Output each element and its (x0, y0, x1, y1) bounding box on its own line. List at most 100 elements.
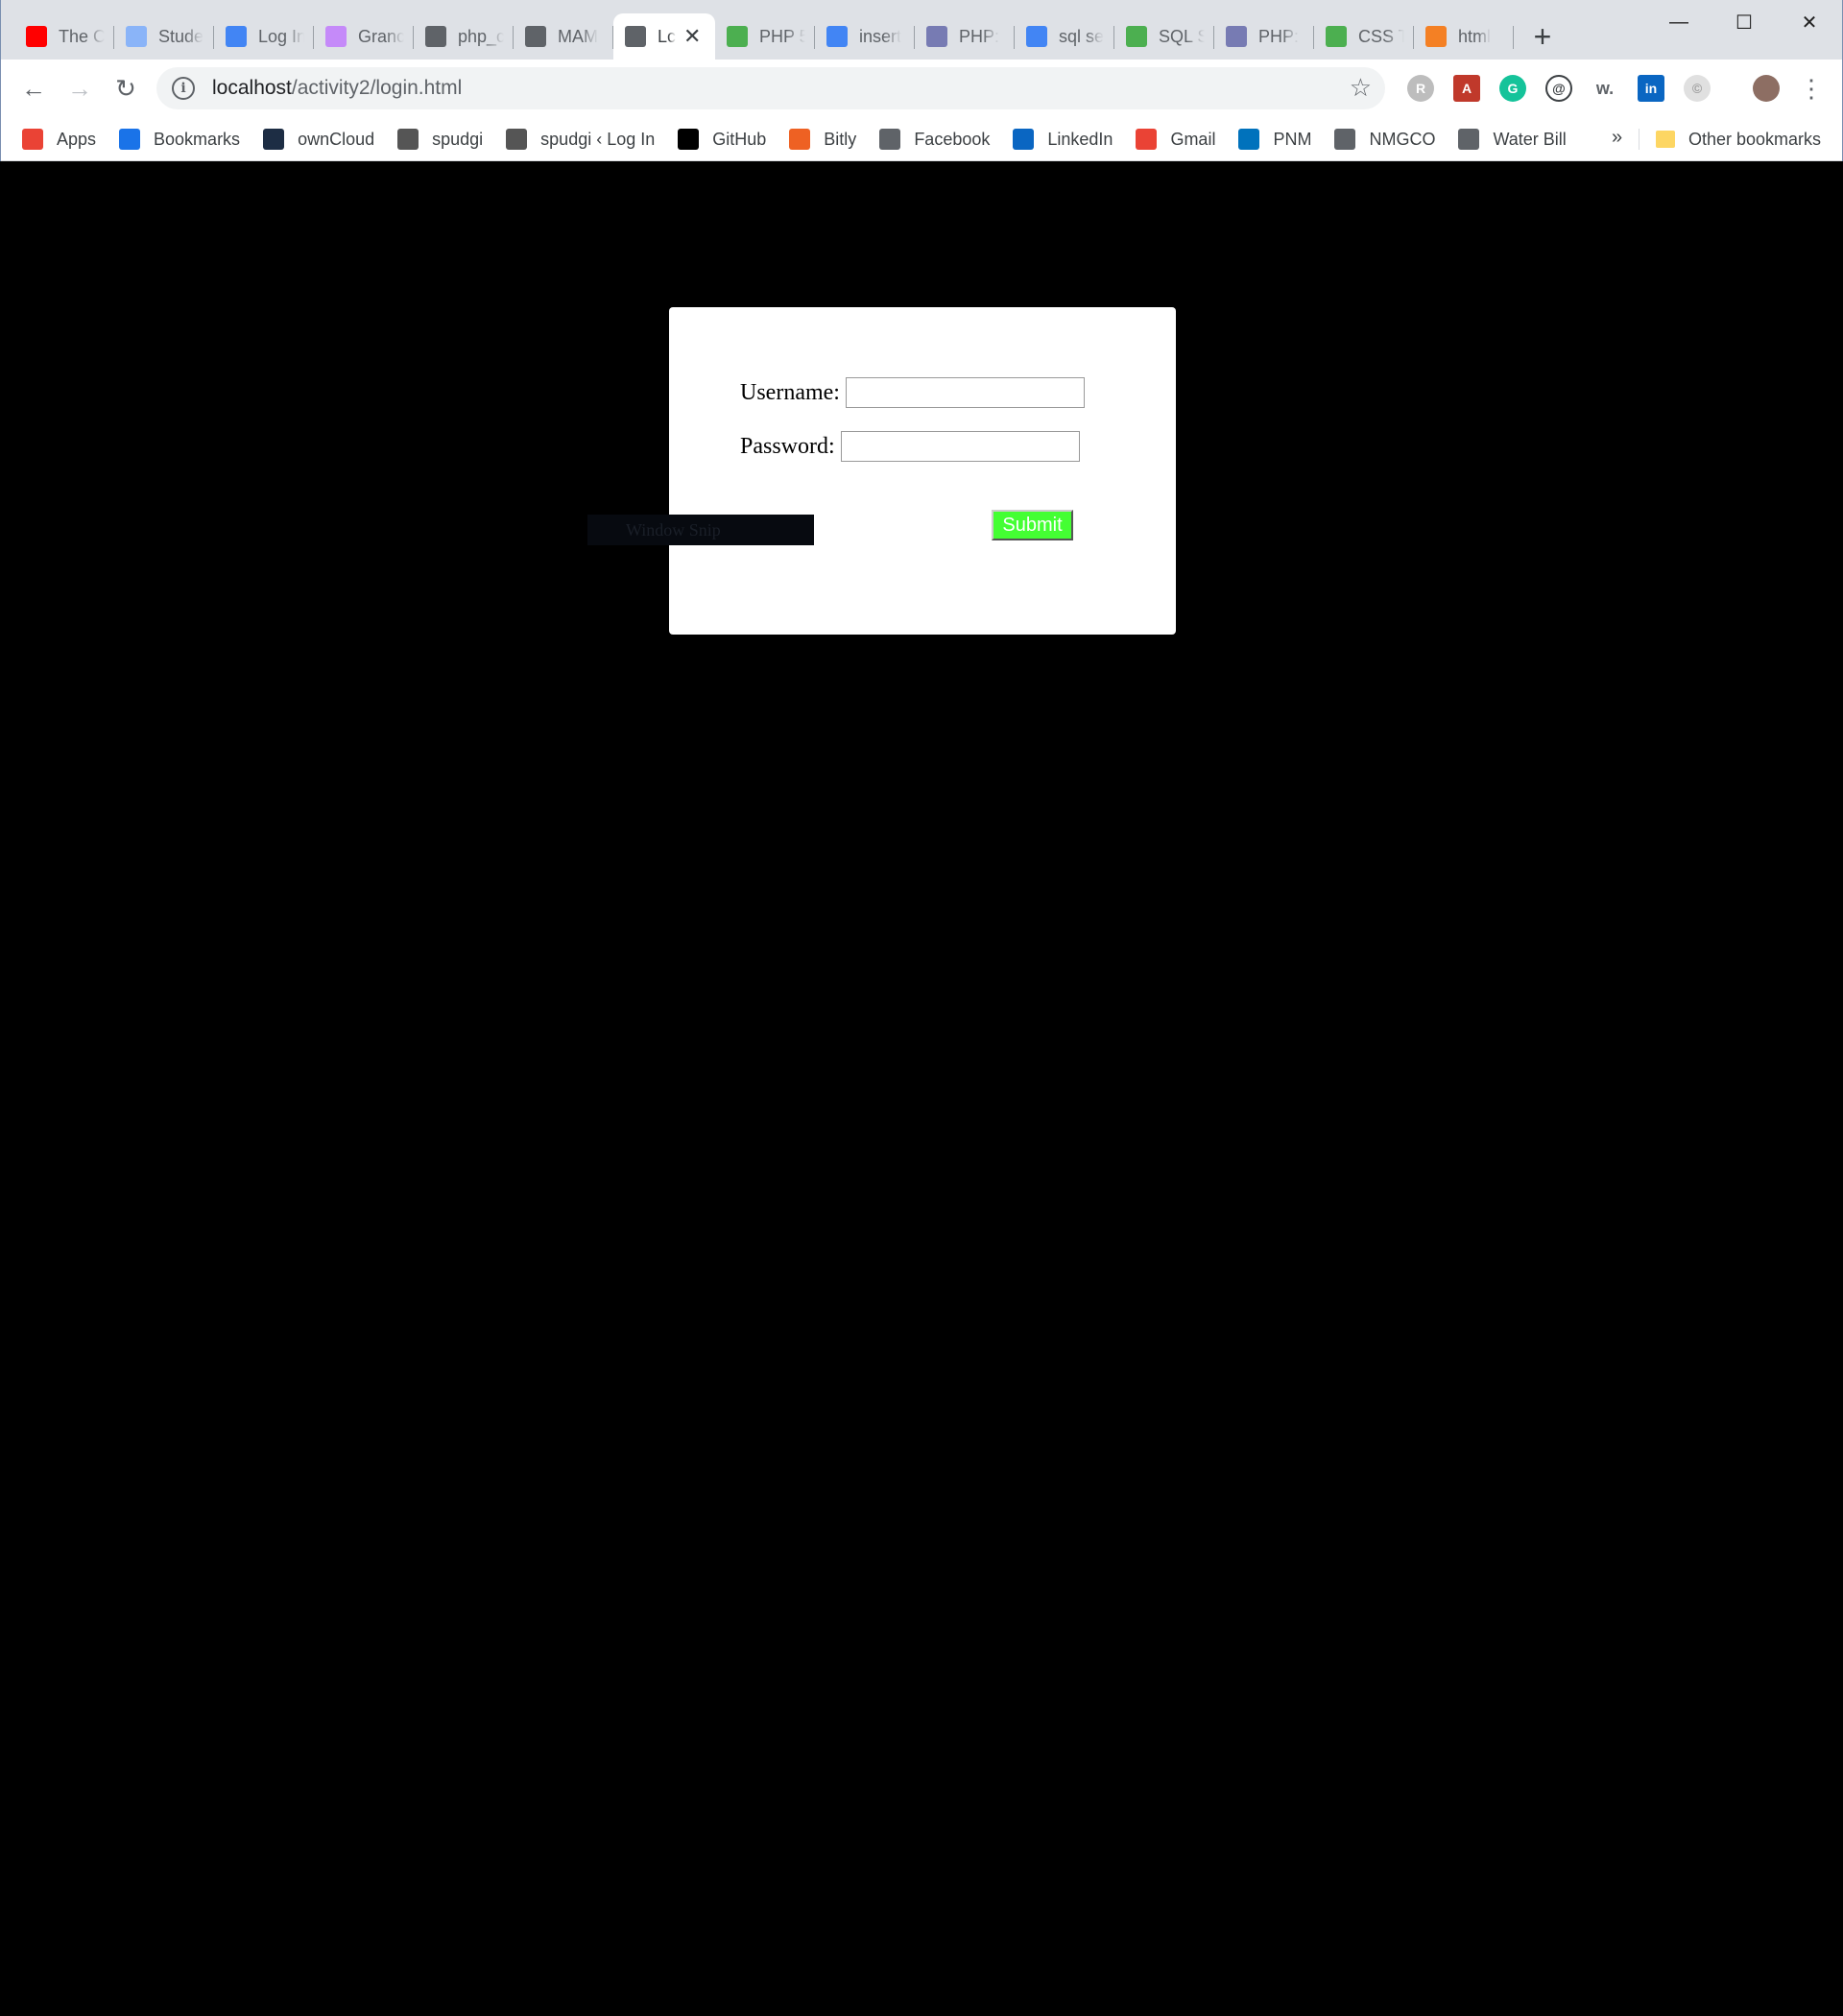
tab-label: insert (859, 26, 902, 46)
php-icon (1226, 26, 1247, 47)
tab-9[interactable]: PHP: (915, 13, 1015, 60)
page-content: Username: Password: Submit Window Snip (0, 161, 1843, 2016)
bookmark-star-icon[interactable]: ☆ (1350, 75, 1372, 100)
bookmark-item[interactable]: GitHub (678, 129, 766, 150)
spudgi-icon (506, 129, 528, 150)
extension-icon[interactable]: © (1684, 75, 1711, 102)
bookmark-item[interactable]: spudgi ‹ Log In (506, 129, 655, 150)
bookmark-item[interactable]: ownCloud (263, 129, 374, 150)
bitly-icon (789, 129, 811, 150)
tab-label: Granc (358, 26, 404, 46)
info-icon[interactable]: i (172, 77, 195, 100)
pnm-icon (1238, 129, 1260, 150)
tab-14[interactable]: html (1414, 13, 1514, 60)
window-snip-overlay: Window Snip (587, 515, 814, 545)
url-text[interactable]: localhost/activity2/login.html (212, 77, 462, 100)
spiral-extension-icon[interactable]: @ (1545, 75, 1572, 102)
forward-button[interactable]: → (62, 71, 97, 106)
other-bookmarks-label: Other bookmarks (1688, 129, 1822, 149)
tab-label: PHP 5 (759, 26, 805, 46)
bookmark-label: PNM (1273, 129, 1312, 149)
bookmark-item[interactable]: NMGCO (1334, 129, 1435, 150)
submit-button[interactable]: Submit (992, 510, 1073, 540)
w3schools-icon (1126, 26, 1147, 47)
tab-label: The C (59, 26, 105, 46)
close-window-button[interactable]: ✕ (1777, 0, 1842, 44)
username-row: Username: (740, 377, 1085, 408)
username-input[interactable] (845, 377, 1085, 408)
bookmark-label: NMGCO (1369, 129, 1436, 149)
close-tab-icon[interactable]: ✕ (683, 26, 701, 47)
minimize-button[interactable]: — (1646, 0, 1711, 44)
bookmark-item[interactable]: Bitly (789, 129, 856, 150)
bookmark-item[interactable]: Bookmarks (119, 129, 240, 150)
w-extension-icon[interactable]: w. (1592, 75, 1618, 102)
tab-8[interactable]: insert (815, 13, 915, 60)
bookmark-label: Water Bill (1493, 129, 1567, 149)
bookmark-label: Facebook (914, 129, 991, 149)
bookmark-item[interactable]: spudgi (397, 129, 483, 150)
page-icon (126, 26, 147, 47)
tab-7[interactable]: PHP 5 (715, 13, 815, 60)
extension-icon[interactable]: R (1407, 75, 1434, 102)
pdf-extension-icon[interactable]: A (1453, 75, 1480, 102)
tab-1[interactable]: Stude (114, 13, 214, 60)
profile-avatar[interactable] (1753, 75, 1780, 102)
bookmark-item[interactable]: Facebook (879, 129, 990, 150)
bookmark-item[interactable]: Apps (22, 129, 96, 150)
bookmark-label: LinkedIn (1047, 129, 1113, 149)
reload-button[interactable]: ↻ (108, 71, 143, 106)
other-bookmarks-folder[interactable]: Other bookmarks (1656, 117, 1821, 161)
bookmark-item[interactable]: Water Bill (1458, 129, 1567, 150)
menu-kebab-icon[interactable]: ⋮ (1794, 71, 1829, 106)
bookmark-label: Bitly (824, 129, 857, 149)
grammarly-icon[interactable]: G (1499, 75, 1526, 102)
tab-12[interactable]: PHP: (1214, 13, 1314, 60)
tab-label: Log In (258, 26, 304, 46)
linkedin-extension-icon[interactable]: in (1638, 75, 1664, 102)
username-label: Username: (740, 379, 840, 405)
arrow-right-icon: → (67, 73, 92, 103)
linkedin-icon (1013, 129, 1035, 150)
browser-toolbar: ← → ↻ i localhost/activity2/login.html ☆… (1, 60, 1842, 117)
window-controls: — ☐ ✕ (1646, 0, 1842, 44)
maximize-button[interactable]: ☐ (1711, 0, 1777, 44)
tab-label: PHP: (959, 26, 1000, 46)
w3schools-icon (1326, 26, 1347, 47)
w3schools-icon (727, 26, 748, 47)
tab-separator (1513, 26, 1514, 49)
tab-6[interactable]: Lc ✕ (613, 13, 715, 60)
tab-3[interactable]: Granc (314, 13, 414, 60)
tab-11[interactable]: SQL S (1114, 13, 1214, 60)
tab-label: php_c (458, 26, 504, 46)
browser-window: The C Stude Log In Granc php_c MAM Lc ✕ PHP 5 ins… (0, 0, 1843, 161)
bookmark-item[interactable]: Gmail (1136, 129, 1215, 150)
password-label: Password: (740, 433, 835, 459)
tab-4[interactable]: php_c (414, 13, 514, 60)
grid-icon (325, 26, 347, 47)
bookmark-item[interactable]: LinkedIn (1013, 129, 1113, 150)
bookmark-label: spudgi ‹ Log In (540, 129, 656, 149)
tab-label: sql se (1059, 26, 1105, 46)
bookmarks-bar: Apps Bookmarks ownCloud spudgi spudgi ‹ Log … (1, 117, 1842, 161)
tab-label: MAM (558, 26, 598, 46)
url-path: /activity2/login.html (291, 77, 463, 99)
tab-strip: The C Stude Log In Granc php_c MAM Lc ✕ PHP 5 ins… (1, 0, 1842, 60)
more-bookmarks-button[interactable]: » (1612, 127, 1622, 149)
address-bar[interactable]: i localhost/activity2/login.html ☆ (156, 67, 1385, 109)
tab-2[interactable]: Log In (214, 13, 314, 60)
tab-0[interactable]: The C (14, 13, 114, 60)
password-input[interactable] (840, 431, 1080, 462)
file-icon (879, 129, 901, 150)
tab-13[interactable]: CSS T (1314, 13, 1414, 60)
bookmark-item[interactable]: PNM (1238, 129, 1311, 150)
file-icon (525, 26, 546, 47)
bookmark-label: Bookmarks (154, 129, 241, 149)
new-tab-button[interactable]: + (1521, 13, 1564, 60)
back-button[interactable]: ← (16, 71, 51, 106)
tab-5[interactable]: MAM (514, 13, 613, 60)
bookmark-label: spudgi (432, 129, 484, 149)
login-form: Username: Password: Submit (669, 307, 1176, 635)
reload-icon: ↻ (115, 73, 136, 103)
tab-10[interactable]: sql se (1015, 13, 1114, 60)
